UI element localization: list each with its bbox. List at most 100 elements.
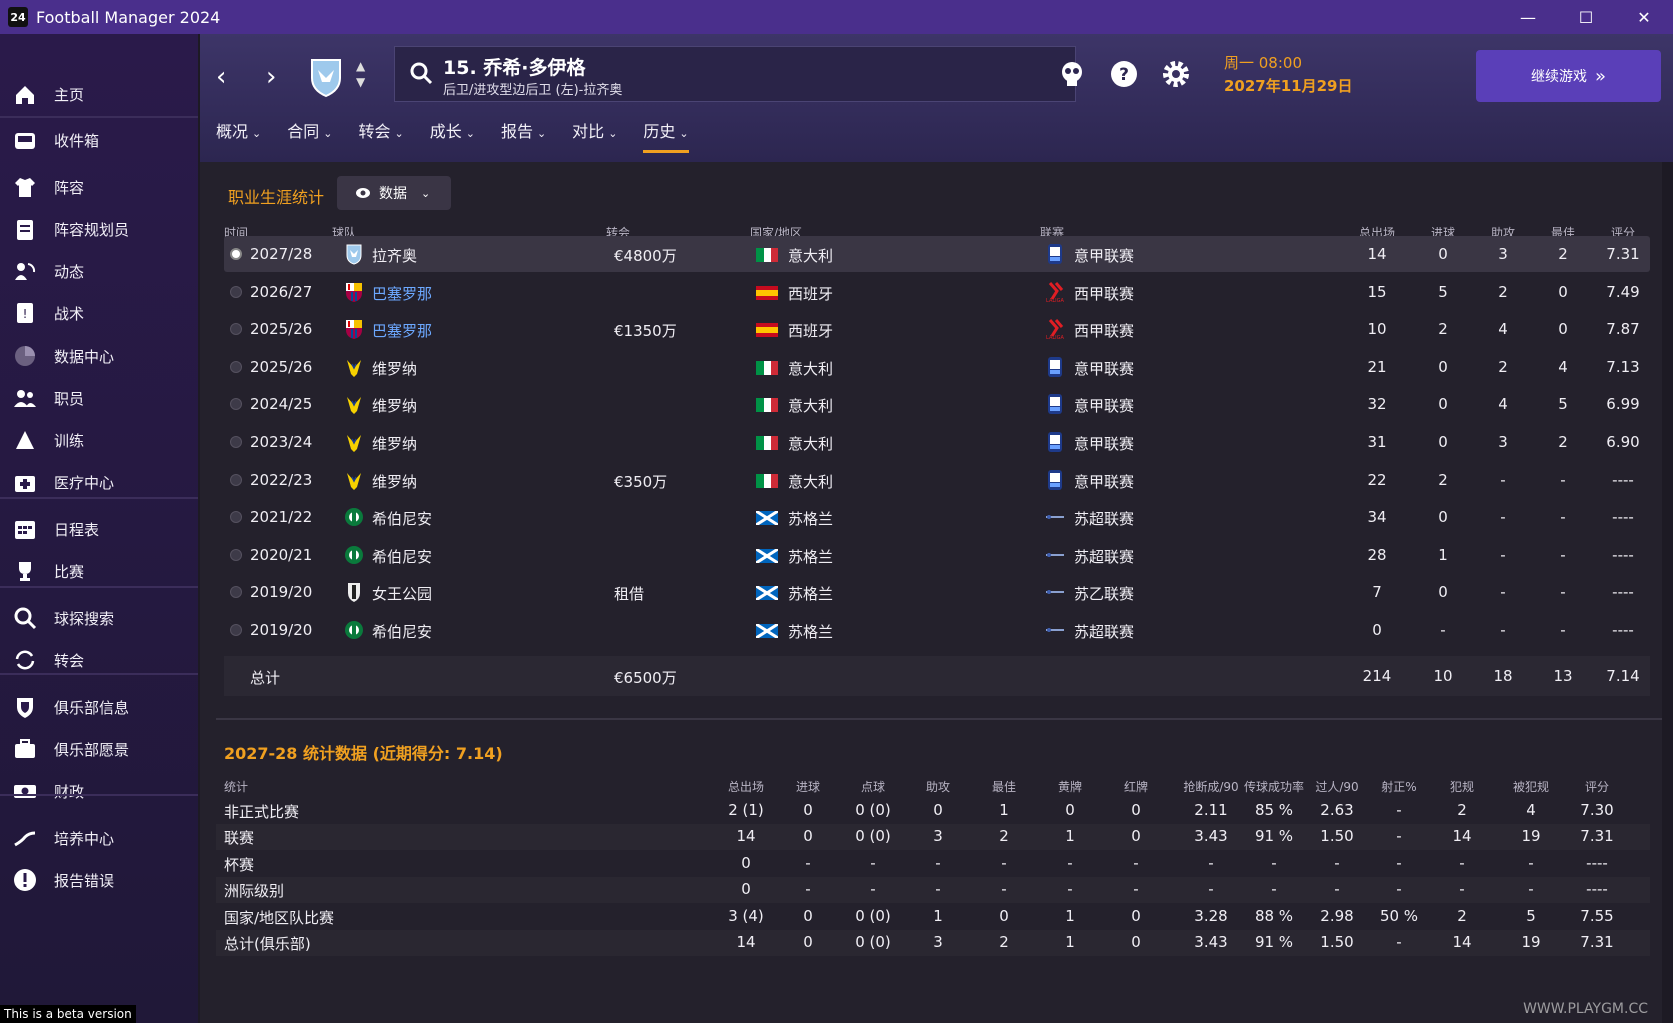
stats-col-header[interactable]: 犯规 xyxy=(1432,778,1492,795)
table-row[interactable]: 2019/20 希伯尼安 苏格兰 苏超联赛 0- - - ---- xyxy=(224,612,1650,648)
table-row[interactable]: 2027/28 拉齐奥 €4800万 意大利 意甲联赛 14 0 3 2 7.31 xyxy=(224,236,1650,272)
tab-3[interactable]: 成长 ⌄ xyxy=(430,118,475,153)
stats-row[interactable]: 洲际级别 0- - - - - - - - - - - - ---- xyxy=(216,877,1650,904)
back-arrow-icon[interactable]: ‹ xyxy=(216,62,226,92)
sidebar-item-shield[interactable]: 俱乐部信息 xyxy=(0,687,198,727)
stats-col-header[interactable]: 总出场 xyxy=(710,778,782,795)
league-cell[interactable]: 西甲联赛 xyxy=(1074,283,1134,304)
nation-cell[interactable]: 苏格兰 xyxy=(788,508,833,529)
stats-row[interactable]: 杯赛 0- - - - - - - - - - - - ---- xyxy=(216,851,1650,877)
forward-arrow-icon[interactable]: › xyxy=(266,62,276,92)
sidebar-item-inbox[interactable]: 收件箱 xyxy=(0,120,198,160)
table-row[interactable]: 2024/25 维罗纳 意大利 意甲联赛 32 0 4 5 6.99 xyxy=(224,386,1650,422)
nation-cell[interactable]: 意大利 xyxy=(788,395,833,416)
table-row[interactable]: 2020/21 希伯尼安 苏格兰 苏超联赛 28 1- - ---- xyxy=(224,537,1650,573)
row-radio[interactable] xyxy=(230,548,242,561)
skull-icon[interactable] xyxy=(1056,58,1088,90)
stats-col-header[interactable]: 最佳 xyxy=(974,778,1034,795)
team-cell[interactable]: 巴塞罗那 xyxy=(372,320,432,341)
nation-cell[interactable]: 苏格兰 xyxy=(788,546,833,567)
maximize-button[interactable]: ☐ xyxy=(1557,0,1615,34)
sidebar-item-development[interactable]: 培养中心 xyxy=(0,818,198,858)
team-cell[interactable]: 巴塞罗那 xyxy=(372,283,432,304)
team-cell[interactable]: 维罗纳 xyxy=(372,358,417,379)
league-cell[interactable]: 苏超联赛 xyxy=(1074,508,1134,529)
team-cell[interactable]: 希伯尼安 xyxy=(372,508,432,529)
minimize-button[interactable]: — xyxy=(1499,0,1557,34)
tab-2[interactable]: 转会 ⌄ xyxy=(358,118,403,153)
row-radio[interactable] xyxy=(230,398,242,411)
nation-cell[interactable]: 意大利 xyxy=(788,433,833,454)
sidebar-item-training[interactable]: 训练 xyxy=(0,420,198,460)
sidebar-item-trophy[interactable]: 比赛 xyxy=(0,551,198,591)
continue-button[interactable]: 继续游戏 » xyxy=(1476,50,1661,102)
sidebar-item-calendar[interactable]: 日程表 xyxy=(0,509,198,549)
table-row[interactable]: 2025/26 维罗纳 意大利 意甲联赛 21 0 2 4 7.13 xyxy=(224,349,1650,385)
sidebar-item-tactics[interactable]: ! 战术 xyxy=(0,293,198,333)
nation-cell[interactable]: 意大利 xyxy=(788,358,833,379)
sidebar-item-scouting[interactable]: 球探搜索 xyxy=(0,598,198,638)
league-cell[interactable]: 西甲联赛 xyxy=(1074,320,1134,341)
team-cell[interactable]: 希伯尼安 xyxy=(372,621,432,642)
team-cell[interactable]: 希伯尼安 xyxy=(372,546,432,567)
sidebar-item-shirt[interactable]: 阵容 xyxy=(0,167,198,207)
league-cell[interactable]: 意甲联赛 xyxy=(1074,358,1134,379)
nation-cell[interactable]: 西班牙 xyxy=(788,283,833,304)
tab-5[interactable]: 对比 ⌄ xyxy=(572,118,617,153)
row-radio[interactable] xyxy=(230,248,242,260)
league-cell[interactable]: 意甲联赛 xyxy=(1074,433,1134,454)
stats-col-header[interactable]: 被犯规 xyxy=(1498,778,1564,795)
stats-row[interactable]: 总计(俱乐部) 14 0 0 (0) 3 2 1 0 3.43 91 % 1.50-14 19 7.31 xyxy=(216,930,1650,956)
team-cell[interactable]: 拉齐奥 xyxy=(372,245,417,266)
row-radio[interactable] xyxy=(230,473,242,486)
table-row[interactable]: 2023/24 维罗纳 意大利 意甲联赛 31 0 3 2 6.90 xyxy=(224,424,1650,460)
nation-cell[interactable]: 苏格兰 xyxy=(788,583,833,604)
nation-cell[interactable]: 意大利 xyxy=(788,245,833,266)
close-button[interactable]: ✕ xyxy=(1615,0,1673,34)
team-cell[interactable]: 维罗纳 xyxy=(372,471,417,492)
sidebar-item-dynamics[interactable]: 动态 xyxy=(0,251,198,291)
view-dropdown[interactable]: 数据 ⌄ xyxy=(337,176,451,210)
stats-col-header[interactable]: 进球 xyxy=(778,778,838,795)
stats-row[interactable]: 非正式比赛 2 (1) 0 0 (0) 0 1 0 0 2.11 85 % 2.63-2 4 7.30 xyxy=(216,798,1650,824)
sidebar-item-staff[interactable]: 职员 xyxy=(0,378,198,418)
table-row[interactable]: 2022/23 维罗纳 €350万 意大利 意甲联赛 22 2- - ---- xyxy=(224,462,1650,498)
sidebar-item-home[interactable]: 主页 xyxy=(0,74,198,114)
table-row[interactable]: 2026/27 巴塞罗那 西班牙 LALIGA 西甲联赛 15 5 2 0 7.49 xyxy=(224,274,1650,310)
sidebar-item-clipboard[interactable]: 阵容规划员 xyxy=(0,209,198,249)
league-cell[interactable]: 苏超联赛 xyxy=(1074,621,1134,642)
league-cell[interactable]: 意甲联赛 xyxy=(1074,395,1134,416)
table-row[interactable]: 2019/20 女王公园 租借 苏格兰 苏乙联赛 7 0- - ---- xyxy=(224,574,1650,610)
player-switch-icon[interactable]: ▲ ▼ xyxy=(356,58,365,90)
team-cell[interactable]: 维罗纳 xyxy=(372,395,417,416)
stats-col-header[interactable]: 统计 xyxy=(224,778,248,795)
sidebar-item-medical[interactable]: 医疗中心 xyxy=(0,462,198,502)
tab-0[interactable]: 概况 ⌄ xyxy=(216,118,261,153)
row-radio[interactable] xyxy=(230,323,242,336)
help-icon[interactable]: ? xyxy=(1108,58,1140,90)
tab-6[interactable]: 历史 ⌄ xyxy=(643,118,689,153)
table-row[interactable]: 2025/26 巴塞罗那 €1350万 西班牙 LALIGA 西甲联赛 10 2 4 0 7.87 xyxy=(224,311,1650,347)
team-cell[interactable]: 维罗纳 xyxy=(372,433,417,454)
team-cell[interactable]: 女王公园 xyxy=(372,583,432,604)
lazio-crest-icon[interactable] xyxy=(306,56,346,98)
stats-col-header[interactable]: 点球 xyxy=(840,778,906,795)
tab-1[interactable]: 合同 ⌄ xyxy=(287,118,332,153)
nation-cell[interactable]: 苏格兰 xyxy=(788,621,833,642)
league-cell[interactable]: 苏乙联赛 xyxy=(1074,583,1134,604)
search-icon[interactable] xyxy=(409,61,433,85)
nation-cell[interactable]: 西班牙 xyxy=(788,320,833,341)
sidebar-item-finance[interactable]: 财政 xyxy=(0,771,198,811)
stats-row[interactable]: 国家/地区队比赛 3 (4) 0 0 (0) 1 0 1 0 3.28 88 % 2.98 50 % 2… xyxy=(216,904,1650,930)
row-radio[interactable] xyxy=(230,360,242,373)
row-radio[interactable] xyxy=(230,624,242,636)
stats-col-header[interactable]: 红牌 xyxy=(1106,778,1166,795)
stats-row[interactable]: 联赛 14 0 0 (0) 3 2 1 0 3.43 91 % 1.50-14 19 7.31 xyxy=(216,824,1650,851)
row-radio[interactable] xyxy=(230,436,242,448)
league-cell[interactable]: 意甲联赛 xyxy=(1074,471,1134,492)
tab-4[interactable]: 报告 ⌄ xyxy=(501,118,546,153)
sidebar-item-data-hub[interactable]: 数据中心 xyxy=(0,336,198,376)
stats-col-header[interactable]: 射正% xyxy=(1366,778,1432,795)
league-cell[interactable]: 意甲联赛 xyxy=(1074,245,1134,266)
league-cell[interactable]: 苏超联赛 xyxy=(1074,546,1134,567)
